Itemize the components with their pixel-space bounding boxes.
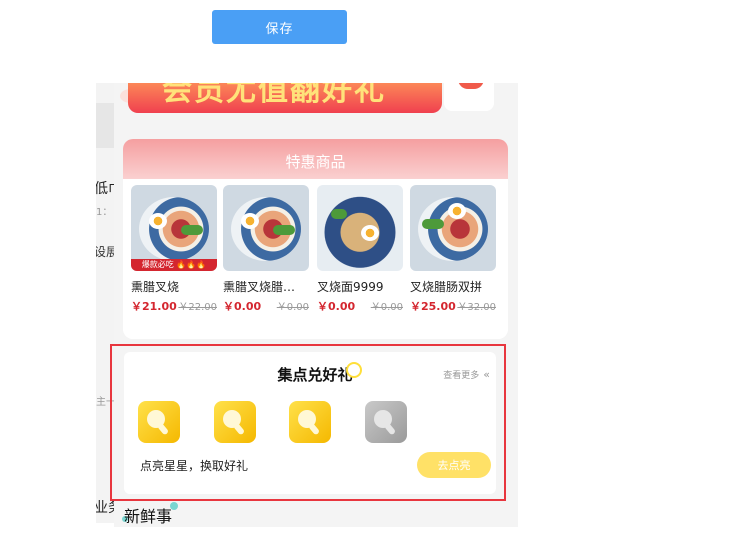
sparkle-icon — [170, 502, 178, 510]
product-price: ￥21.00 — [131, 300, 177, 313]
member-banner[interactable]: 会员尤值翻好礼 — [120, 83, 505, 125]
save-button[interactable]: 保存 — [212, 10, 347, 44]
product-price-row: ￥0.00 ￥0.00 — [223, 298, 309, 314]
product-card[interactable]: 熏腊叉烧腊… ￥0.00 ￥0.00 — [223, 185, 309, 314]
background-fragment: 设展 — [96, 245, 116, 259]
product-promo-label: 爆款必吃 🔥🔥🔥 — [131, 259, 217, 271]
selected-component-outline[interactable] — [110, 344, 506, 501]
product-card[interactable]: 叉烧腊肠双拼 ￥25.00 ￥32.00 — [410, 185, 496, 314]
product-original-price: ￥22.00 — [178, 302, 217, 313]
product-price: ￥0.00 — [223, 300, 262, 313]
product-original-price: ￥32.00 — [457, 302, 496, 313]
special-title: 特惠商品 — [285, 153, 346, 171]
product-price-row: ￥21.00 ￥22.00 — [131, 298, 217, 314]
product-image — [410, 185, 496, 271]
product-card[interactable]: 爆款必吃 🔥🔥🔥 熏腊叉烧 ￥21.00 ￥22.00 — [131, 185, 217, 314]
background-selected-row — [96, 103, 116, 148]
news-title: 新鲜事 — [124, 507, 173, 526]
product-name: 叉烧面9999 — [317, 280, 384, 294]
special-header: 特惠商品 — [123, 139, 508, 179]
background-fragment: 1： — [96, 207, 113, 218]
product-name: 熏腊叉烧腊… — [223, 280, 296, 294]
product-name: 熏腊叉烧 — [131, 280, 180, 294]
product-price: ￥25.00 — [410, 300, 456, 313]
background-fragment: 低巾 — [96, 181, 116, 197]
banner-title: 会员尤值翻好礼 — [162, 83, 386, 108]
special-products-section: 特惠商品 爆款必吃 🔥🔥🔥 熏腊叉烧 ￥21.00 ￥22.00 熏腊叉烧腊… … — [123, 139, 508, 339]
product-card[interactable]: 叉烧面9999 ￥0.00 ￥0.00 — [317, 185, 403, 314]
product-original-price: ￥0.00 — [276, 302, 309, 313]
product-image — [223, 185, 309, 271]
product-image — [317, 185, 403, 271]
product-price-row: ￥0.00 ￥0.00 — [317, 298, 403, 314]
product-original-price: ￥0.00 — [370, 302, 403, 313]
product-name: 叉烧腊肠双拼 — [410, 280, 483, 294]
product-image: 爆款必吃 🔥🔥🔥 — [131, 185, 217, 271]
product-price: ￥0.00 — [317, 300, 356, 313]
product-price-row: ￥25.00 ￥32.00 — [410, 298, 496, 314]
